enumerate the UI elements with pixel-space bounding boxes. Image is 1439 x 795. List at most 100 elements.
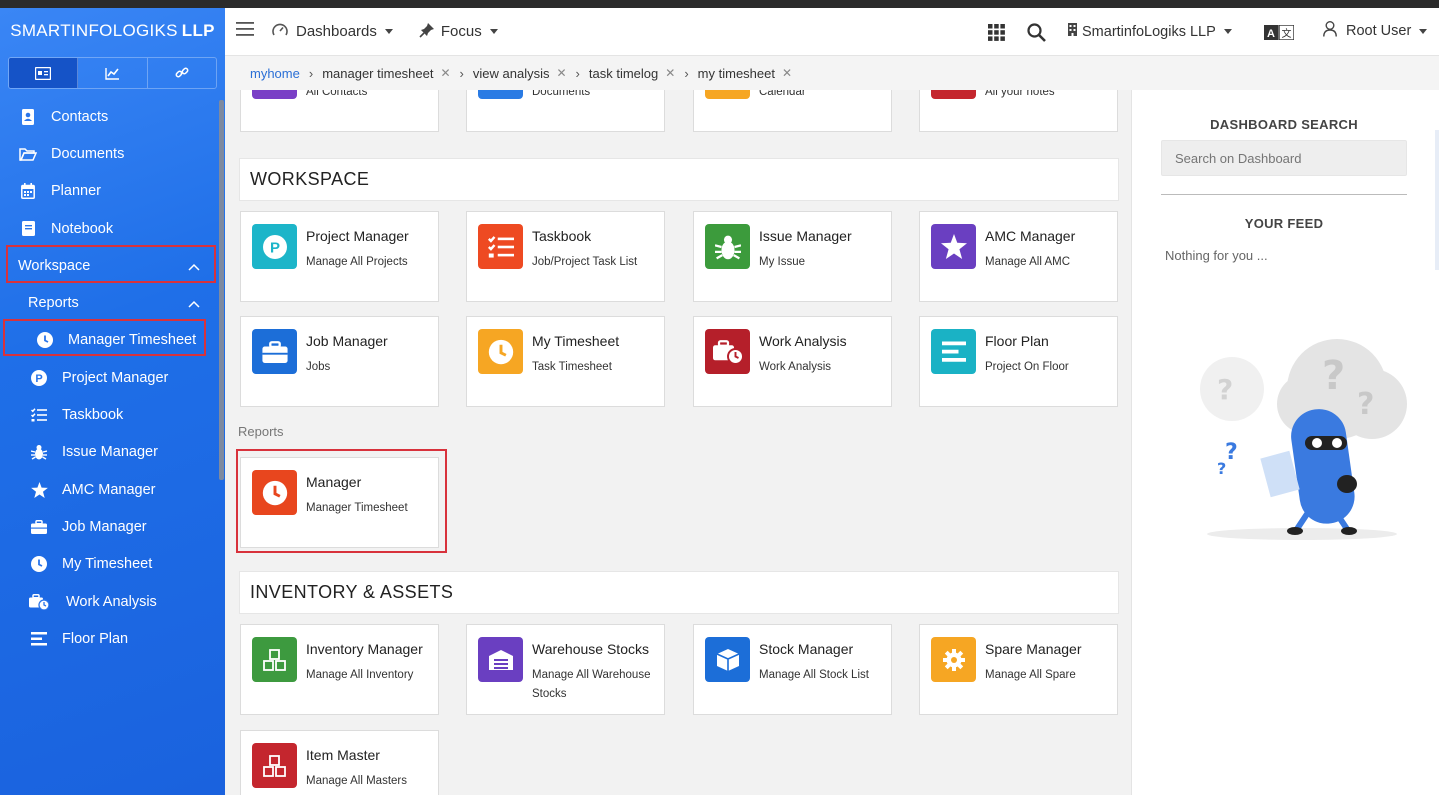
card-contacts[interactable]: All Contacts [240, 90, 439, 132]
p-circle-icon: P [252, 224, 297, 269]
card-subtitle: Manage All AMC [985, 256, 1071, 268]
breadcrumb-item-myhome[interactable]: myhome [250, 66, 300, 81]
cubes-icon [252, 743, 297, 788]
sidebar-item-label: Floor Plan [62, 630, 129, 647]
card-title: Taskbook [532, 228, 592, 244]
chevron-down-icon [489, 29, 498, 34]
card-stock-manager[interactable]: Stock Manager Manage All Stock List [693, 624, 892, 715]
sidebar-tab-profile[interactable] [9, 58, 79, 88]
brand-name: SMARTINFOLOGIKS [10, 20, 178, 40]
dashboard-search-input[interactable] [1161, 140, 1407, 176]
card-title: Work Analysis [759, 333, 847, 349]
card-amc-manager[interactable]: AMC Manager Manage All AMC [919, 211, 1118, 302]
card-calendar[interactable]: Calendar [693, 90, 892, 132]
breadcrumb-item[interactable]: manager timesheet ✕ [322, 66, 450, 81]
sidebar-tab-analytics[interactable] [78, 58, 148, 88]
sidebar: SMARTINFOLOGIKS LLP Contacts Documents P… [0, 8, 225, 795]
translate-icon[interactable]: A文 [1264, 24, 1295, 45]
sidebar-item-amc-manager[interactable]: AMC Manager [0, 471, 220, 508]
workspace-highlight [6, 245, 216, 283]
card-job-manager[interactable]: Job Manager Jobs [240, 316, 439, 407]
sidebar-item-planner[interactable]: Planner [0, 173, 220, 210]
card-warehouse-stocks[interactable]: Warehouse Stocks Manage All Warehouse St… [466, 624, 665, 715]
sidebar-item-notebook[interactable]: Notebook [0, 210, 220, 247]
sidebar-item-work-analysis[interactable]: Work Analysis [0, 583, 220, 620]
breadcrumb-item[interactable]: task timelog ✕ [589, 66, 675, 81]
manager-timesheet-highlight [3, 319, 206, 356]
breadcrumb: myhome › manager timesheet ✕ › view analy… [225, 56, 1439, 90]
sidebar-item-documents[interactable]: Documents [0, 135, 220, 172]
card-subtitle: Manage All Masters [306, 775, 407, 787]
sidebar-item-reports[interactable]: Reports [0, 284, 220, 321]
card-notebook[interactable]: All your notes [919, 90, 1118, 132]
svg-text:?: ? [1217, 459, 1226, 478]
chart-line-icon [105, 67, 119, 80]
cubes-icon [252, 637, 297, 682]
close-icon[interactable]: ✕ [665, 66, 675, 80]
focus-dropdown[interactable]: Focus [419, 22, 498, 42]
sidebar-item-my-timesheet[interactable]: My Timesheet [0, 546, 220, 583]
sidebar-item-issue-manager[interactable]: Issue Manager [0, 434, 220, 471]
card-documents[interactable]: Documents [466, 90, 665, 132]
search-icon[interactable] [1027, 23, 1046, 47]
close-icon[interactable]: ✕ [556, 66, 566, 80]
breadcrumb-item[interactable]: my timesheet ✕ [698, 66, 792, 81]
p-circle-icon: P [28, 369, 50, 386]
chevron-right-icon: › [684, 65, 689, 81]
sidebar-item-label: Taskbook [62, 407, 124, 424]
sidebar-item-floor-plan[interactable]: Floor Plan [0, 620, 220, 657]
briefcase-icon [252, 329, 297, 374]
card-icon-tile [931, 90, 976, 99]
card-subtitle: Manage All Projects [306, 256, 408, 268]
card-inventory-manager[interactable]: Inventory Manager Manage All Inventory [240, 624, 439, 715]
card-spare-manager[interactable]: Spare Manager Manage All Spare [919, 624, 1118, 715]
breadcrumb-label: task timelog [588, 65, 659, 81]
card-subtitle: Manage All Inventory [306, 669, 414, 681]
card-taskbook[interactable]: Taskbook Job/Project Task List [466, 211, 665, 302]
card-project-manager[interactable]: P Project Manager Manage All Projects [240, 211, 439, 302]
feed-empty-message: Nothing for you ... [1165, 248, 1268, 263]
brand-suffix: LLP [181, 20, 215, 40]
card-work-analysis[interactable]: Work Analysis Work Analysis [693, 316, 892, 407]
card-my-timesheet[interactable]: My Timesheet Task Timesheet [466, 316, 665, 407]
user-menu[interactable]: Root User [1323, 21, 1428, 41]
sidebar-item-label: Reports [28, 295, 79, 312]
browser-top-strip [0, 0, 1439, 8]
sidebar-tab-links[interactable] [148, 58, 216, 88]
card-title: AMC Manager [985, 228, 1076, 244]
card-subtitle: Job/Project Task List [532, 256, 638, 268]
briefcase-icon [28, 519, 50, 534]
company-dropdown[interactable]: SmartinfoLogiks LLP [1068, 23, 1232, 40]
breadcrumb-item[interactable]: view analysis ✕ [473, 66, 567, 81]
star-icon [931, 224, 976, 269]
close-icon[interactable]: ✕ [440, 66, 450, 80]
reports-section-label: Reports [238, 424, 284, 439]
apps-grid-icon[interactable] [988, 24, 1005, 46]
sidebar-item-contacts[interactable]: Contacts [0, 98, 220, 135]
card-subtitle: Manage All Spare [985, 669, 1076, 681]
card-title: Warehouse Stocks [532, 641, 649, 657]
close-icon[interactable]: ✕ [782, 66, 792, 80]
card-item-master[interactable]: Item Master Manage All Masters [240, 730, 439, 795]
card-issue-manager[interactable]: Issue Manager My Issue [693, 211, 892, 302]
card-title: My Timesheet [532, 333, 620, 349]
brand-logo[interactable]: SMARTINFOLOGIKS LLP [0, 8, 225, 53]
user-icon [1323, 21, 1337, 41]
contact-book-icon [17, 108, 39, 125]
sidebar-item-project-manager[interactable]: P Project Manager [0, 359, 220, 396]
sidebar-scrollbar[interactable] [219, 100, 224, 480]
sidebar-item-taskbook[interactable]: Taskbook [0, 396, 220, 433]
sidebar-item-label: Documents [51, 145, 125, 162]
sidebar-item-job-manager[interactable]: Job Manager [0, 508, 220, 545]
briefcase-clock-icon [705, 329, 750, 374]
star-icon [28, 481, 50, 498]
sidebar-item-label: Notebook [51, 220, 114, 237]
card-floor-plan[interactable]: Floor Plan Project On Floor [919, 316, 1118, 407]
dashboards-dropdown[interactable]: Dashboards [272, 23, 393, 41]
card-title: Project Manager [306, 228, 409, 244]
chevron-down-icon [384, 29, 393, 34]
sidebar-menu: Contacts Documents Planner Notebook Work… [0, 98, 220, 657]
hamburger-menu-icon[interactable] [236, 22, 254, 41]
notebook-icon [17, 221, 39, 237]
right-panel-scrollbar[interactable] [1435, 130, 1439, 270]
